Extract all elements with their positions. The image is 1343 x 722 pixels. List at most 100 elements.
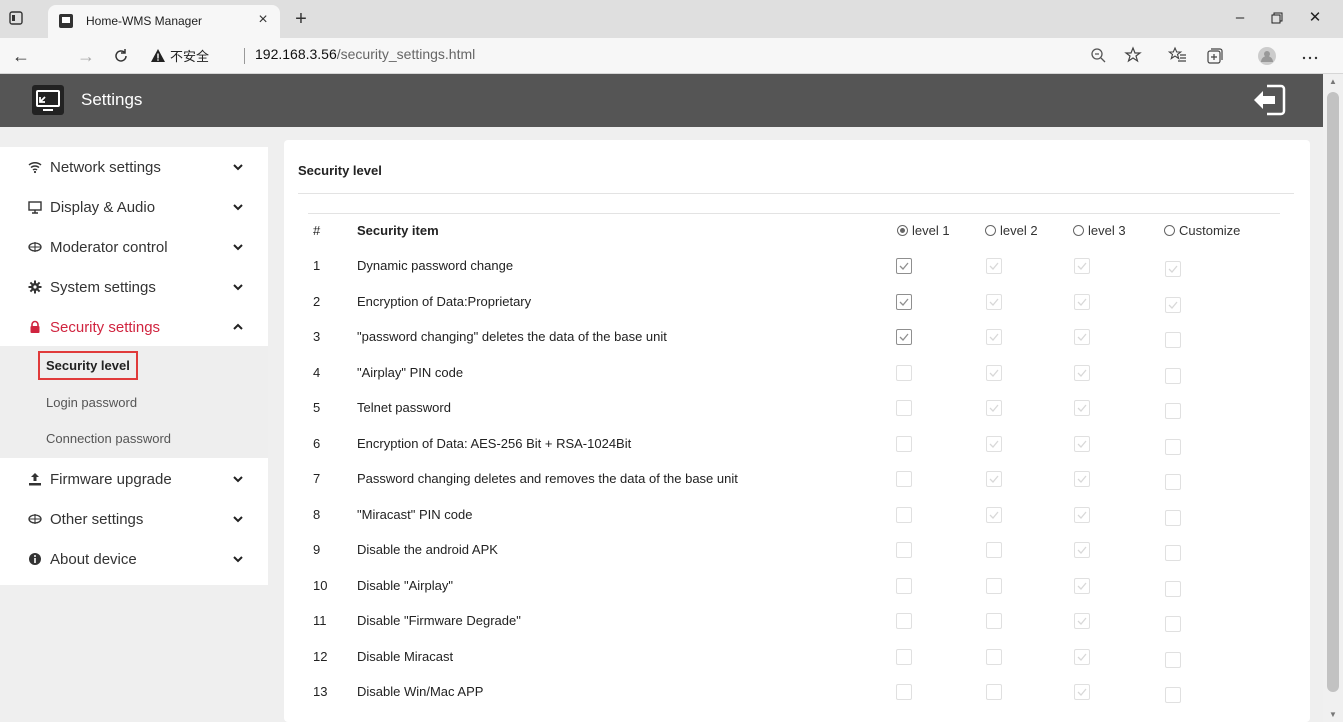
checkbox-level-3-row-4[interactable] xyxy=(1074,364,1090,381)
favorites-list-icon[interactable] xyxy=(1167,46,1188,66)
minimize-icon[interactable]: – xyxy=(1225,6,1255,30)
security-warning[interactable]: 不安全 xyxy=(150,46,209,65)
back-icon[interactable]: ← xyxy=(10,45,32,67)
checkbox-level-1-row-10[interactable] xyxy=(896,577,912,594)
checkbox-level-1-row-3[interactable] xyxy=(896,329,912,345)
checkbox-level-3-row-12[interactable] xyxy=(1074,648,1090,665)
checkbox-level-3-row-10[interactable] xyxy=(1074,577,1090,594)
checkbox-level-2-row-8[interactable] xyxy=(986,506,1002,523)
checkbox-customize-row-8[interactable] xyxy=(1165,509,1181,526)
scroll-up-icon[interactable]: ▲ xyxy=(1328,77,1338,87)
checkbox-level-3-row-2[interactable] xyxy=(1074,293,1090,310)
checkbox-level-1-row-13[interactable] xyxy=(896,684,912,700)
new-tab-button[interactable]: + xyxy=(290,8,312,30)
checkbox-level-2-row-2[interactable] xyxy=(986,293,1002,310)
checkbox-level-2-row-13[interactable] xyxy=(986,684,1002,700)
checkbox-customize-row-7[interactable] xyxy=(1165,474,1181,490)
profile-avatar-icon[interactable] xyxy=(1257,46,1277,66)
radio-customize[interactable]: Customize xyxy=(1164,223,1240,238)
sidebar-item-other[interactable]: Other settings xyxy=(0,499,268,538)
checkbox-customize-row-1[interactable] xyxy=(1165,261,1181,277)
chevron-down-icon xyxy=(232,553,244,565)
restore-icon[interactable] xyxy=(1262,6,1292,30)
checkbox-level-2-row-3[interactable] xyxy=(986,329,1002,345)
sidebar-item-system[interactable]: System settings xyxy=(0,267,268,306)
checkbox-level-1-row-8[interactable] xyxy=(896,506,912,523)
favorite-icon[interactable] xyxy=(1124,46,1144,66)
sidebar-item-network[interactable]: Network settings xyxy=(0,147,268,186)
page-scrollbar[interactable]: ▲ ▼ xyxy=(1323,74,1343,722)
checkbox-level-1-row-5[interactable] xyxy=(896,400,912,416)
submenu-login-password[interactable]: Login password xyxy=(46,395,137,410)
checkbox-customize-row-12[interactable] xyxy=(1165,651,1181,668)
checkbox-level-3-row-8[interactable] xyxy=(1074,506,1090,523)
checkbox-level-1-row-12[interactable] xyxy=(896,648,912,665)
scroll-thumb[interactable] xyxy=(1327,92,1339,692)
close-window-icon[interactable]: ✕ xyxy=(1300,6,1330,30)
sidebar-item-firmware[interactable]: Firmware upgrade xyxy=(0,459,268,498)
checkbox-level-2-row-11[interactable] xyxy=(986,613,1002,629)
checkbox-level-1-row-9[interactable] xyxy=(896,542,912,558)
radio-level-1[interactable]: level 1 xyxy=(897,223,950,238)
checkbox-level-1-row-6[interactable] xyxy=(896,435,912,452)
checkbox-customize-row-13[interactable] xyxy=(1165,687,1181,703)
collections-icon[interactable] xyxy=(1205,46,1225,66)
zoom-icon[interactable] xyxy=(1089,46,1109,66)
checkbox-level-2-row-7[interactable] xyxy=(986,471,1002,487)
checkbox-level-2-row-9[interactable] xyxy=(986,542,1002,558)
checkbox-customize-row-5[interactable] xyxy=(1165,403,1181,419)
checkbox-level-1-row-2[interactable] xyxy=(896,293,912,310)
checkbox-customize-row-9[interactable] xyxy=(1165,545,1181,561)
checkbox-level-2-row-6[interactable] xyxy=(986,435,1002,452)
tab-close-icon[interactable]: × xyxy=(254,11,272,29)
logout-icon[interactable] xyxy=(1249,82,1289,118)
chevron-down-icon xyxy=(232,513,244,525)
radio-level-2[interactable]: level 2 xyxy=(985,223,1038,238)
submenu-connection-password[interactable]: Connection password xyxy=(46,431,171,446)
checkbox-customize-row-3[interactable] xyxy=(1165,332,1181,348)
checkbox-level-1-row-1[interactable] xyxy=(896,258,912,274)
checkbox-customize-row-11[interactable] xyxy=(1165,616,1181,632)
checkbox-level-3-row-13[interactable] xyxy=(1074,684,1090,700)
checkbox-level-3-row-11[interactable] xyxy=(1074,613,1090,629)
submenu-security-level[interactable]: Security level xyxy=(38,351,138,380)
checkbox-level-3-row-3[interactable] xyxy=(1074,329,1090,345)
checkbox-customize-row-6[interactable] xyxy=(1165,438,1181,455)
radio-unselected-icon xyxy=(1164,225,1175,236)
tab-actions-icon[interactable] xyxy=(8,10,24,26)
checkbox-level-3-row-7[interactable] xyxy=(1074,471,1090,487)
checkbox-level-2-row-4[interactable] xyxy=(986,364,1002,381)
url-text[interactable]: 192.168.3.56/security_settings.html xyxy=(255,46,475,62)
forward-icon[interactable]: → xyxy=(75,45,97,67)
checkbox-level-2-row-10[interactable] xyxy=(986,577,1002,594)
sidebar-item-label: Security settings xyxy=(50,319,161,336)
browser-tab[interactable]: Home-WMS Manager × xyxy=(48,5,280,38)
checkbox-level-3-row-9[interactable] xyxy=(1074,542,1090,558)
checkbox-level-3-row-1[interactable] xyxy=(1074,258,1090,274)
checkbox-customize-row-4[interactable] xyxy=(1165,367,1181,384)
checkbox-level-2-row-12[interactable] xyxy=(986,648,1002,665)
chevron-down-icon xyxy=(232,241,244,253)
more-menu-icon[interactable] xyxy=(1300,46,1320,66)
sidebar-item-about[interactable]: About device xyxy=(0,539,268,578)
checkbox-level-2-row-5[interactable] xyxy=(986,400,1002,416)
checkbox-level-1-row-7[interactable] xyxy=(896,471,912,487)
row-number: 4 xyxy=(313,364,321,380)
row-security-item: Encryption of Data: AES-256 Bit + RSA-10… xyxy=(357,435,632,451)
checkbox-customize-row-2[interactable] xyxy=(1165,296,1181,313)
row-number: 5 xyxy=(313,400,321,415)
radio-level-3[interactable]: level 3 xyxy=(1073,223,1126,238)
sidebar-item-moderator[interactable]: Moderator control xyxy=(0,227,268,266)
row-security-item: Dynamic password change xyxy=(357,258,514,273)
checkbox-level-1-row-4[interactable] xyxy=(896,364,912,381)
row-security-item: "Miracast" PIN code xyxy=(357,506,473,522)
refresh-icon[interactable] xyxy=(110,45,132,67)
sidebar-item-security[interactable]: Security settings xyxy=(0,307,268,346)
checkbox-customize-row-10[interactable] xyxy=(1165,580,1181,597)
checkbox-level-2-row-1[interactable] xyxy=(986,258,1002,274)
checkbox-level-3-row-5[interactable] xyxy=(1074,400,1090,416)
checkbox-level-1-row-11[interactable] xyxy=(896,613,912,629)
scroll-down-icon[interactable]: ▼ xyxy=(1328,710,1338,720)
sidebar-item-display-audio[interactable]: Display & Audio xyxy=(0,187,268,226)
checkbox-level-3-row-6[interactable] xyxy=(1074,435,1090,452)
